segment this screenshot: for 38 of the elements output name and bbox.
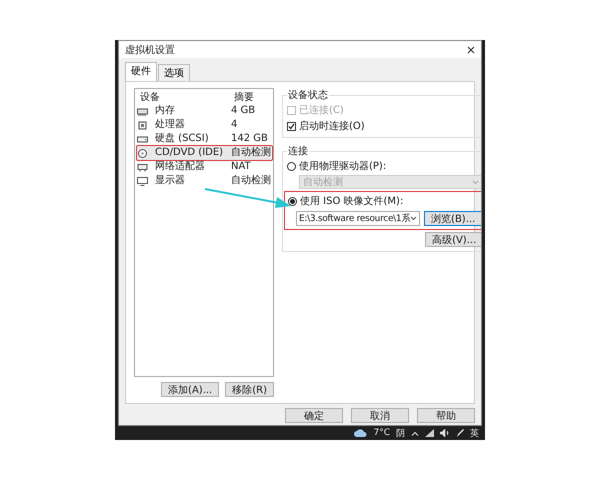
- device-row[interactable]: 硬盘 (SCSI) 142 GB: [137, 132, 271, 146]
- dialog-button[interactable]: 取消: [351, 408, 409, 423]
- remove-button[interactable]: 移除(R): [225, 382, 274, 397]
- window-title: 虚拟机设置: [125, 44, 175, 56]
- group-title: 设备状态: [287, 88, 329, 102]
- language-indicator[interactable]: 英: [470, 426, 479, 440]
- device-name: 显示器: [155, 175, 186, 187]
- device-summary: NAT: [231, 161, 252, 173]
- device-name: 处理器: [155, 119, 186, 131]
- dialog-button[interactable]: 确定: [285, 408, 343, 423]
- device-row[interactable]: 内存 4 GB: [137, 104, 271, 118]
- device-row[interactable]: 网络适配器 NAT: [137, 160, 271, 174]
- group-title: 连接: [287, 144, 309, 158]
- device-row[interactable]: 显示器 自动检测: [137, 174, 271, 188]
- device-summary: 4 GB: [231, 105, 256, 117]
- device-summary: 142 GB: [231, 133, 269, 145]
- device-row[interactable]: 处理器 4: [137, 118, 271, 132]
- device-summary: 自动检测: [231, 175, 271, 187]
- column-header: 摘要: [234, 92, 255, 104]
- device-row[interactable]: CD/DVD (IDE) 自动检测: [137, 146, 271, 160]
- tab[interactable]: 选项: [158, 64, 190, 81]
- tab[interactable]: 硬件: [125, 62, 157, 81]
- device-name: CD/DVD (IDE): [155, 147, 224, 159]
- add-button[interactable]: 添加(A)...: [161, 382, 220, 397]
- temperature: 7°C: [373, 428, 390, 438]
- column-header: 设备: [140, 92, 161, 104]
- device-name: 内存: [155, 105, 176, 117]
- device-summary: 4: [231, 119, 238, 131]
- weather-text: 阴: [396, 428, 405, 440]
- radio-option[interactable]: 使用物理驱动器(P):: [287, 159, 481, 173]
- device-name: 硬盘 (SCSI): [155, 133, 210, 145]
- dialog-button[interactable]: 帮助: [417, 408, 475, 423]
- device-summary: 自动检测: [231, 147, 271, 159]
- browse-button[interactable]: 浏览(B)...: [424, 211, 481, 226]
- advanced-button[interactable]: 高级(V)...: [425, 232, 481, 247]
- device-name: 网络适配器: [155, 161, 206, 173]
- iso-path-field[interactable]: E:\3.software resource\1系: [296, 211, 420, 226]
- checkbox-option[interactable]: 启动时连接(O): [287, 119, 481, 133]
